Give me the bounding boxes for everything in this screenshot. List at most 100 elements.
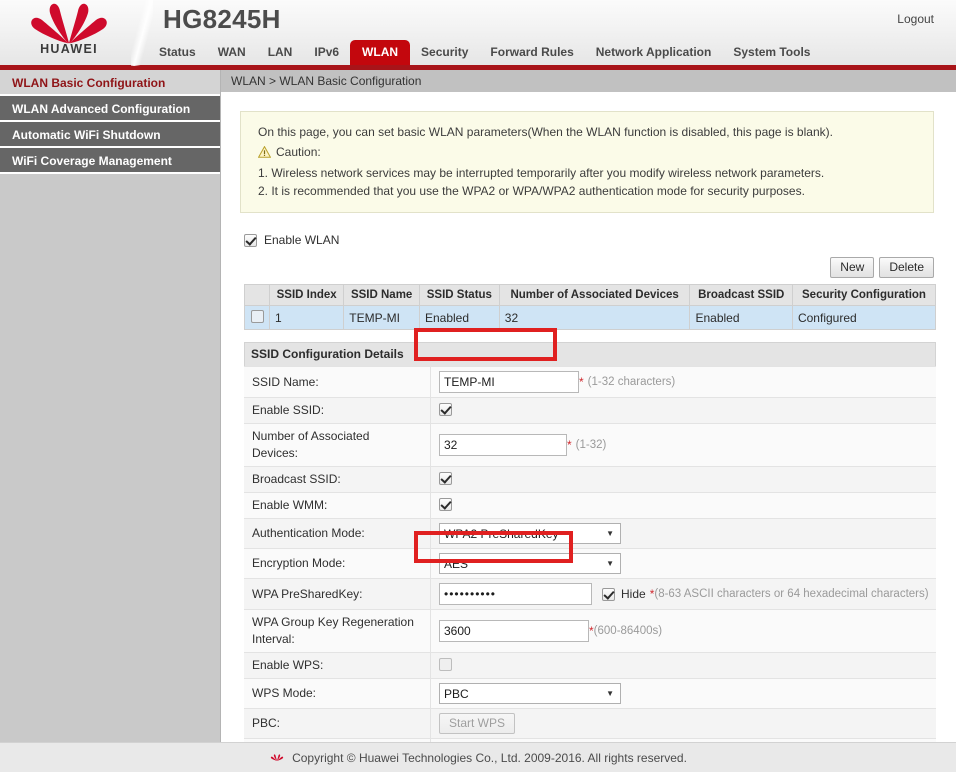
cell-broadcast: Enabled bbox=[689, 305, 793, 330]
row-associated-devices: Number of Associated Devices: * (1-32) bbox=[244, 423, 936, 467]
huawei-flower-icon-footer bbox=[270, 754, 284, 761]
logout-link[interactable]: Logout bbox=[897, 12, 934, 26]
row-select-checkbox[interactable] bbox=[250, 309, 264, 323]
brand-wordmark: HUAWEI bbox=[40, 42, 98, 56]
ssid-table-body: 1 TEMP-MI Enabled 32 Enabled Configured bbox=[244, 305, 937, 330]
group-key-interval-hint: (600-86400s) bbox=[593, 625, 663, 637]
nav-item-network-application[interactable]: Network Application bbox=[585, 41, 723, 65]
row-enable-wmm: Enable WMM: bbox=[244, 492, 936, 519]
wps-mode-select[interactable]: PBC ▼ bbox=[439, 683, 621, 704]
broadcast-ssid-label: Broadcast SSID: bbox=[244, 466, 431, 493]
row-authentication-mode: Authentication Mode: WPA2 PreSharedKey ▼ bbox=[244, 518, 936, 549]
ssid-col-header-1: SSID Name bbox=[343, 284, 420, 306]
ssid-name-input[interactable] bbox=[439, 371, 579, 393]
nav-item-ipv6[interactable]: IPv6 bbox=[303, 41, 350, 65]
nav-item-status[interactable]: Status bbox=[148, 41, 207, 65]
sidebar-item-wifi-coverage-management[interactable]: WiFi Coverage Management bbox=[0, 148, 220, 174]
group-key-interval-input[interactable] bbox=[439, 620, 589, 642]
table-row[interactable]: 1 TEMP-MI Enabled 32 Enabled Configured bbox=[244, 305, 937, 330]
associated-devices-hint: (1-32) bbox=[575, 439, 607, 451]
ssid-name-hint: (1-32 characters) bbox=[587, 376, 676, 388]
body-wrapper: WLAN Basic Configuration WLAN Advanced Co… bbox=[0, 70, 956, 742]
nav-item-forward-rules[interactable]: Forward Rules bbox=[479, 41, 584, 65]
main-navigation: Status WAN LAN IPv6 WLAN Security Forward Rule… bbox=[148, 40, 821, 65]
ssid-details-form: SSID Name: * (1-32 characters) Enable SS… bbox=[244, 366, 936, 742]
details-section-title: SSID Configuration Details bbox=[244, 342, 936, 366]
device-model: HG8245H bbox=[163, 4, 281, 34]
notice-line-2: 2. It is recommended that you use the WP… bbox=[258, 184, 805, 198]
cell-name: TEMP-MI bbox=[343, 305, 420, 330]
sidebar: WLAN Basic Configuration WLAN Advanced Co… bbox=[0, 70, 221, 742]
enable-ssid-label: Enable SSID: bbox=[244, 397, 431, 424]
encryption-mode-value-cell: AES ▼ bbox=[430, 548, 936, 579]
notice-box: On this page, you can set basic WLAN par… bbox=[240, 111, 934, 213]
associated-devices-label-line2: Devices: bbox=[252, 446, 299, 460]
enable-ssid-checkbox[interactable] bbox=[439, 402, 452, 416]
chevron-down-icon: ▼ bbox=[606, 558, 614, 568]
nav-item-wan[interactable]: WAN bbox=[207, 41, 257, 65]
group-key-interval-value-cell: * (600-86400s) bbox=[430, 609, 936, 653]
authentication-mode-select[interactable]: WPA2 PreSharedKey ▼ bbox=[439, 523, 621, 544]
new-button[interactable]: New bbox=[830, 257, 875, 278]
wpa-preshared-key-label: WPA PreSharedKey: bbox=[244, 578, 431, 610]
group-key-interval-label: WPA Group Key Regeneration Interval: bbox=[244, 609, 431, 653]
cell-index: 1 bbox=[268, 305, 345, 330]
start-wps-button[interactable]: Start WPS bbox=[439, 713, 516, 734]
wps-mode-value-cell: PBC ▼ bbox=[430, 678, 936, 709]
encryption-mode-label: Encryption Mode: bbox=[244, 548, 431, 579]
enable-wlan-checkbox[interactable] bbox=[244, 233, 257, 247]
row-enable-ssid: Enable SSID: bbox=[244, 397, 936, 424]
enable-wps-checkbox[interactable] bbox=[439, 657, 452, 671]
enable-wmm-checkbox[interactable] bbox=[439, 497, 452, 511]
huawei-logo: HUAWEI bbox=[14, 2, 124, 62]
sidebar-item-automatic-wifi-shutdown[interactable]: Automatic WiFi Shutdown bbox=[0, 122, 220, 148]
authentication-mode-label: Authentication Mode: bbox=[244, 518, 431, 549]
nav-item-security[interactable]: Security bbox=[410, 41, 479, 65]
group-key-interval-label-line1: WPA Group Key Regeneration bbox=[252, 615, 414, 629]
hide-password-checkbox[interactable] bbox=[602, 587, 615, 601]
ssid-col-header-4: Broadcast SSID bbox=[689, 284, 793, 306]
ssid-name-label: SSID Name: bbox=[244, 366, 431, 398]
enable-wps-value-cell bbox=[430, 652, 936, 679]
sidebar-item-wlan-basic-configuration[interactable]: WLAN Basic Configuration bbox=[0, 70, 220, 96]
authentication-mode-selected-value: WPA2 PreSharedKey bbox=[444, 526, 559, 541]
cell-status: Enabled bbox=[418, 305, 500, 330]
notice-intro: On this page, you can set basic WLAN par… bbox=[258, 125, 833, 139]
nav-item-wlan[interactable]: WLAN bbox=[350, 40, 411, 65]
warning-triangle-icon bbox=[258, 146, 271, 158]
ssid-col-header-2: SSID Status bbox=[418, 284, 500, 306]
ssid-col-header-5: Security Configuration bbox=[791, 284, 937, 306]
row-broadcast-ssid: Broadcast SSID: bbox=[244, 466, 936, 493]
enable-wlan-row: Enable WLAN bbox=[244, 233, 956, 247]
associated-devices-label: Number of Associated Devices: bbox=[244, 423, 431, 467]
ssid-table-head: SSID Index SSID Name SSID Status Number of … bbox=[244, 284, 937, 306]
enable-wps-label: Enable WPS: bbox=[244, 652, 431, 679]
chevron-down-icon: ▼ bbox=[606, 528, 614, 538]
ssid-col-header-3: Number of Associated Devices bbox=[498, 284, 691, 306]
huawei-flower-icon bbox=[31, 3, 107, 44]
row-group-key-interval: WPA Group Key Regeneration Interval: * (… bbox=[244, 609, 936, 653]
enable-wmm-value-cell bbox=[430, 492, 936, 519]
ssid-table-header-row: SSID Index SSID Name SSID Status Number of … bbox=[244, 284, 937, 306]
ssid-col-header-0: SSID Index bbox=[268, 284, 345, 306]
ssid-table: SSID Index SSID Name SSID Status Number of … bbox=[244, 284, 937, 330]
encryption-mode-selected-value: AES bbox=[444, 556, 469, 571]
hide-password-label: Hide bbox=[621, 587, 646, 601]
cell-security: Configured bbox=[791, 305, 937, 330]
page-footer: Copyright © Huawei Technologies Co., Ltd… bbox=[0, 742, 956, 772]
wpa-preshared-key-input[interactable] bbox=[439, 583, 592, 605]
nav-item-system-tools[interactable]: System Tools bbox=[722, 41, 821, 65]
associated-devices-input[interactable] bbox=[439, 434, 567, 456]
row-encryption-mode: Encryption Mode: AES ▼ bbox=[244, 548, 936, 579]
encryption-mode-select[interactable]: AES ▼ bbox=[439, 553, 621, 574]
row-wpa-preshared-key: WPA PreSharedKey: Hide * (8-63 ASCII cha… bbox=[244, 578, 936, 610]
sidebar-item-wlan-advanced-configuration[interactable]: WLAN Advanced Configuration bbox=[0, 96, 220, 122]
nav-item-lan[interactable]: LAN bbox=[257, 41, 304, 65]
enable-wmm-label: Enable WMM: bbox=[244, 492, 431, 519]
associated-devices-value-cell: * (1-32) bbox=[430, 423, 936, 467]
broadcast-ssid-checkbox[interactable] bbox=[439, 471, 452, 485]
delete-button[interactable]: Delete bbox=[879, 257, 934, 278]
copyright-text: Copyright © Huawei Technologies Co., Ltd… bbox=[292, 750, 687, 765]
ssid-name-required-star: * bbox=[579, 375, 584, 389]
ssid-name-value-cell: * (1-32 characters) bbox=[430, 366, 936, 398]
